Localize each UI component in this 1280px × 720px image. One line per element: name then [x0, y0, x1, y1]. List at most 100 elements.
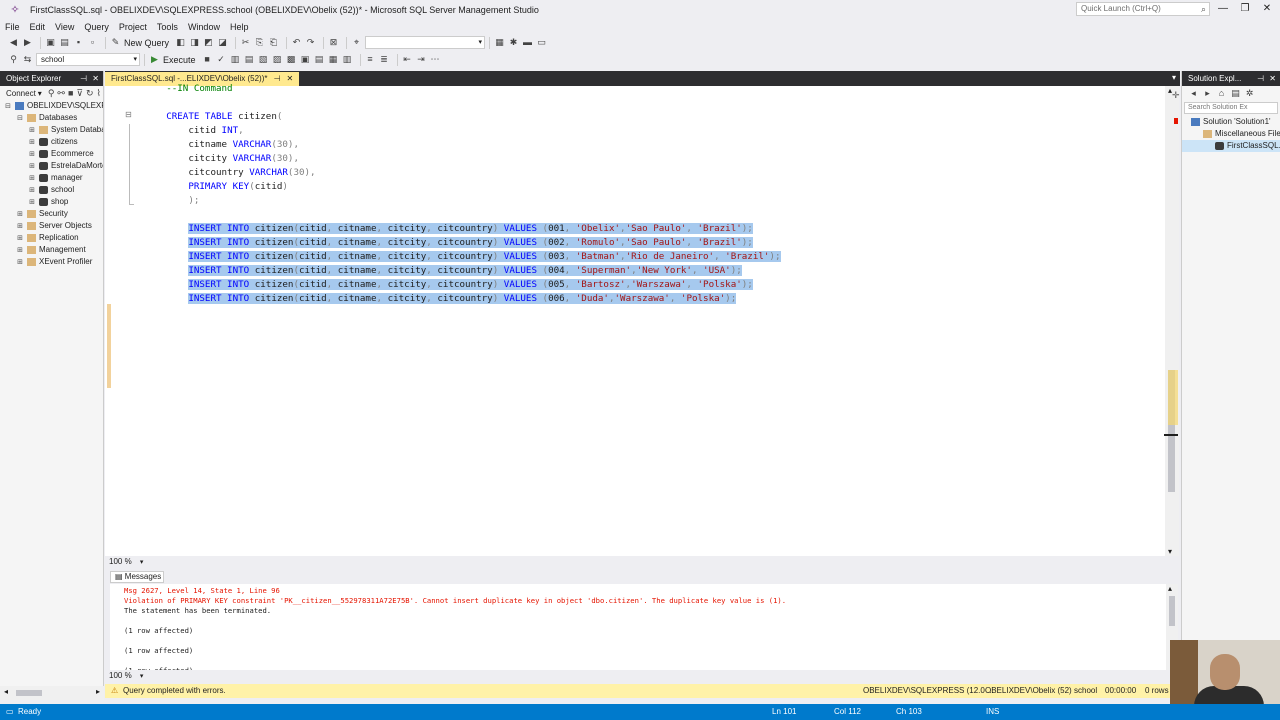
tree-node[interactable]: ⊞ System Databases	[0, 124, 103, 136]
code-line[interactable]: citid INT,	[133, 124, 243, 138]
client-stats-icon[interactable]: ▣	[300, 54, 311, 65]
change-connection-icon[interactable]: ⇆	[22, 54, 33, 65]
activity-icon[interactable]: ⌇	[97, 88, 101, 99]
parse-icon[interactable]: ✓	[216, 54, 227, 65]
code-line[interactable]	[133, 96, 166, 110]
uncomment-icon[interactable]: ≣	[379, 54, 390, 65]
object-explorer-hscrollbar[interactable]: ◂ ▸	[0, 686, 104, 700]
chevron-down-icon[interactable]: ▾	[140, 559, 144, 566]
collapse-region-icon[interactable]: ⊟	[125, 110, 132, 119]
code-line[interactable]: citcity VARCHAR(30),	[133, 152, 299, 166]
code-line[interactable]: citname VARCHAR(30),	[133, 138, 299, 152]
xmla-query-icon[interactable]: ◩	[203, 37, 214, 48]
find-icon[interactable]: ⌖	[351, 37, 362, 48]
hscroll-left-icon[interactable]	[157, 673, 163, 679]
views-icon[interactable]: ▤	[1230, 88, 1241, 99]
tree-node[interactable]: ⊞ Security	[0, 208, 103, 220]
expand-icon[interactable]: ⊞	[28, 125, 36, 136]
pin-icon[interactable]: ⊣	[1257, 71, 1264, 86]
results-zoom-level[interactable]: 100 %	[109, 671, 132, 680]
save-all-icon[interactable]: ▫	[87, 37, 98, 48]
pin-tab-icon[interactable]: ⊣	[273, 72, 280, 86]
estimated-plan-icon[interactable]: ▥	[230, 54, 241, 65]
dmx-query-icon[interactable]: ◨	[189, 37, 200, 48]
quick-launch-input[interactable]: Quick Launch (Ctrl+Q) ⌕	[1076, 2, 1210, 16]
expand-icon[interactable]: ⊞	[28, 161, 36, 172]
tree-node[interactable]: ⊞ Ecommerce	[0, 148, 103, 160]
tab-overflow-icon[interactable]: ▾	[1172, 73, 1176, 82]
pin-icon[interactable]: ⊣	[80, 71, 87, 86]
code-line[interactable]: --IN Command	[133, 82, 232, 96]
menu-tools[interactable]: Tools	[157, 22, 178, 32]
expand-icon[interactable]: ⊞	[16, 245, 24, 256]
stop-icon[interactable]: ■	[68, 88, 73, 99]
settings-icon[interactable]: ✲	[1244, 88, 1255, 99]
menu-view[interactable]: View	[55, 22, 74, 32]
increase-indent-icon[interactable]: ⇥	[416, 54, 427, 65]
close-panel-icon[interactable]: ✕	[1269, 71, 1276, 86]
menu-query[interactable]: Query	[84, 22, 109, 32]
forward-icon[interactable]: ▶	[22, 37, 33, 48]
refresh-icon[interactable]: ↻	[86, 88, 94, 99]
query-options-icon[interactable]: ▤	[244, 54, 255, 65]
home-icon[interactable]: ⌂	[1216, 88, 1227, 99]
expand-icon[interactable]: ⊞	[28, 137, 36, 148]
menu-edit[interactable]: Edit	[30, 22, 46, 32]
solution-tree-item[interactable]: Miscellaneous Files	[1182, 128, 1280, 140]
code-line[interactable]	[133, 208, 188, 222]
database-select[interactable]: school ▾	[36, 53, 140, 66]
expand-icon[interactable]: ⊞	[28, 185, 36, 196]
scroll-left-icon[interactable]: ◂	[4, 687, 8, 696]
cancel-query-icon[interactable]: ■	[202, 54, 213, 65]
minimize-button[interactable]: —	[1214, 2, 1232, 16]
menu-file[interactable]: File	[5, 22, 20, 32]
messages-pane[interactable]: Msg 2627, Level 14, State 1, Line 96 Viol…	[110, 584, 1170, 675]
code-line[interactable]: INSERT INTO citizen (citid, citname, citc…	[133, 222, 753, 236]
code-line[interactable]: PRIMARY KEY(citid)	[133, 180, 288, 194]
expand-icon[interactable]: ⊞	[16, 257, 24, 268]
scroll-thumb[interactable]	[1169, 596, 1175, 626]
cut-icon[interactable]: ✂	[240, 37, 251, 48]
results-file-icon[interactable]: ▥	[342, 54, 353, 65]
expand-icon[interactable]: ⊞	[16, 233, 24, 244]
back-icon[interactable]: ◀	[8, 37, 19, 48]
connect-button[interactable]: Connect	[6, 89, 36, 98]
tree-node[interactable]: ⊞ citizens	[0, 136, 103, 148]
code-line[interactable]: INSERT INTO citizen (citid, citname, citc…	[133, 250, 781, 264]
paste-icon[interactable]: ⎗	[268, 37, 279, 48]
actual-plan-icon[interactable]: ▨	[272, 54, 283, 65]
tab-messages[interactable]: ▤ Messages	[110, 571, 164, 583]
specify-values-icon[interactable]: ⋯	[430, 54, 441, 65]
back-icon[interactable]: ◂	[1188, 88, 1199, 99]
split-editor-icon[interactable]: ✛	[1172, 90, 1180, 101]
collapse-icon[interactable]: ⊟	[4, 101, 12, 112]
filter-icon[interactable]: ⊽	[76, 88, 83, 99]
expand-icon[interactable]: ⊞	[28, 149, 36, 160]
toolbox-icon[interactable]: ▬	[522, 37, 533, 48]
connect-plug-icon[interactable]: ⚲	[48, 88, 55, 99]
close-panel-icon[interactable]: ✕	[92, 71, 99, 86]
tree-node[interactable]: ⊞ EstrelaDaMorte	[0, 160, 103, 172]
live-stats-icon[interactable]: ▩	[286, 54, 297, 65]
tree-node[interactable]: ⊟ OBELIXDEV\SQLEXPRESS	[0, 100, 103, 112]
decrease-indent-icon[interactable]: ⇤	[402, 54, 413, 65]
scroll-down-icon[interactable]: ▾	[1168, 547, 1172, 556]
connect-icon[interactable]: ⚲	[8, 54, 19, 65]
debug-icon[interactable]: ⊠	[328, 37, 339, 48]
tree-node[interactable]: ⊞ XEvent Profiler	[0, 256, 103, 268]
expand-icon[interactable]: ⊞	[28, 173, 36, 184]
execute-button[interactable]: Execute	[163, 55, 196, 65]
scroll-thumb[interactable]	[16, 690, 42, 696]
forward-icon[interactable]: ▸	[1202, 88, 1213, 99]
maximize-button[interactable]: ❐	[1236, 2, 1254, 16]
code-line[interactable]: INSERT INTO citizen (citid, citname, citc…	[133, 278, 753, 292]
code-line[interactable]: );	[133, 194, 199, 208]
scroll-up-icon[interactable]: ▴	[1168, 584, 1172, 593]
solution-tree-item[interactable]: Solution 'Solution1'	[1182, 116, 1280, 128]
close-tab-icon[interactable]: ✕	[286, 72, 293, 86]
new-query-button[interactable]: New Query	[124, 38, 169, 48]
results-grid-icon[interactable]: ▦	[328, 54, 339, 65]
scroll-right-icon[interactable]: ▸	[96, 687, 100, 696]
close-window-button[interactable]: ✕	[1258, 2, 1276, 16]
results-text-icon[interactable]: ▤	[314, 54, 325, 65]
